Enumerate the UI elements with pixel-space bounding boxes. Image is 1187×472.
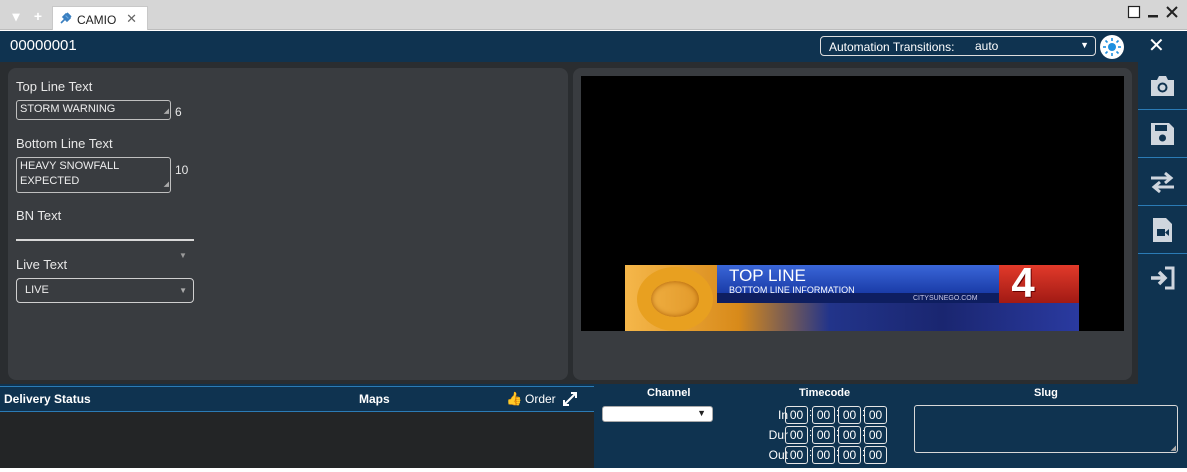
- delivery-header: Delivery Status Maps 👍 Order: [0, 386, 594, 412]
- tab-menu-chevron-icon[interactable]: ▾: [8, 8, 24, 24]
- tc-in-minutes[interactable]: 00: [812, 406, 835, 424]
- preview-url: CITYSUNEGO.COM: [913, 295, 978, 302]
- tc-out-minutes[interactable]: 00: [812, 446, 835, 464]
- bottom-line-label: Bottom Line Text: [16, 136, 113, 151]
- preview-top-line: TOP LINE: [729, 266, 806, 285]
- maximize-icon[interactable]: [1127, 5, 1141, 19]
- thumbs-up-icon[interactable]: 👍: [506, 391, 522, 407]
- channel-select[interactable]: ▼: [602, 406, 713, 422]
- tab-close-icon[interactable]: ✕: [126, 11, 137, 27]
- bn-text-select[interactable]: [16, 239, 194, 241]
- sign-in-icon: [1151, 266, 1175, 290]
- preview-bottom-line: BOTTOM LINE INFORMATION: [729, 285, 855, 295]
- maps-label: Maps: [359, 392, 390, 406]
- new-tab-plus-icon[interactable]: +: [30, 8, 46, 24]
- channel-label: Channel: [647, 387, 691, 399]
- timecode-dur-row: Dur 00 : 00 : 00 : 00: [754, 426, 894, 444]
- snapshot-button[interactable]: [1138, 62, 1187, 110]
- chevron-down-icon: ▼: [179, 251, 187, 260]
- bn-text-label: BN Text: [16, 208, 62, 223]
- tc-in-hours[interactable]: 00: [785, 406, 808, 424]
- timecode-label: Timecode: [799, 387, 851, 399]
- slug-input[interactable]: ◢: [914, 405, 1178, 453]
- tab-label: CAMIO: [77, 13, 117, 27]
- live-text-label: Live Text: [16, 257, 68, 272]
- tc-out-hours[interactable]: 00: [785, 446, 808, 464]
- chevron-down-icon: ▼: [179, 286, 187, 295]
- order-label[interactable]: Order: [525, 392, 556, 406]
- tab-camio[interactable]: CAMIO ✕: [52, 6, 148, 30]
- file-video-icon: [1153, 218, 1172, 242]
- slug-label: Slug: [1034, 387, 1058, 399]
- item-id: 00000001: [10, 37, 77, 54]
- tab-bar: ▾ + CAMIO ✕: [0, 0, 1187, 30]
- preview-panel: TOP LINE BOTTOM LINE INFORMATION CITYSUN…: [573, 68, 1132, 380]
- chevron-down-icon: ▼: [1080, 40, 1089, 50]
- automation-transitions-label: Automation Transitions:: [829, 40, 955, 54]
- expand-icon[interactable]: [562, 391, 578, 410]
- resize-grip-icon[interactable]: ◢: [1171, 444, 1176, 452]
- bottom-line-count: 10: [175, 163, 189, 177]
- export-video-button[interactable]: [1138, 206, 1187, 254]
- delivery-panel: Delivery Status Maps 👍 Order: [0, 386, 594, 468]
- tc-dur-seconds[interactable]: 00: [838, 426, 861, 444]
- timecode-out-row: Out 00 : 00 : 00 : 00: [754, 446, 894, 464]
- theme-toggle-button[interactable]: [1100, 35, 1124, 59]
- top-line-count: 6: [175, 105, 182, 119]
- lower-third-graphic: TOP LINE BOTTOM LINE INFORMATION CITYSUN…: [625, 265, 1079, 331]
- plug-icon: [59, 11, 73, 28]
- tc-dur-frames[interactable]: 00: [864, 426, 887, 444]
- tc-out-frames[interactable]: 00: [864, 446, 887, 464]
- live-text-value: LIVE: [25, 284, 49, 296]
- top-line-label: Top Line Text: [16, 79, 93, 94]
- top-line-value: STORM WARNING: [20, 103, 116, 115]
- editor-body: Top Line Text STORM WARNING ◢ 6 Bottom L…: [0, 62, 1138, 384]
- bottom-line-value-1: HEAVY SNOWFALL: [20, 160, 120, 172]
- tc-dur-minutes[interactable]: 00: [812, 426, 835, 444]
- form-panel: Top Line Text STORM WARNING ◢ 6 Bottom L…: [8, 68, 568, 380]
- resize-grip-icon[interactable]: ◢: [164, 177, 169, 192]
- timecode-in-row: In 00 : 00 : 00 : 00: [754, 406, 894, 424]
- channel-number-logo: 4: [1011, 265, 1035, 306]
- sign-in-button[interactable]: [1138, 254, 1187, 302]
- automation-transitions-select[interactable]: Automation Transitions: auto ▼: [820, 36, 1096, 56]
- window-close-icon[interactable]: [1165, 5, 1179, 19]
- swap-button[interactable]: [1138, 158, 1187, 206]
- automation-transitions-value: auto: [975, 39, 999, 53]
- tc-out-seconds[interactable]: 00: [838, 446, 861, 464]
- sun-icon: [1103, 38, 1121, 56]
- preview-screen: TOP LINE BOTTOM LINE INFORMATION CITYSUN…: [581, 76, 1124, 331]
- chevron-down-icon: ▼: [697, 408, 706, 418]
- camera-icon: [1151, 76, 1174, 96]
- editor-header: 00000001 Automation Transitions: auto ▼ …: [0, 31, 1187, 62]
- metadata-panel: Channel Timecode Slug ▼ In 00 : 00 : 00 …: [594, 386, 1187, 468]
- save-icon: [1151, 123, 1174, 145]
- delivery-status-label: Delivery Status: [4, 392, 91, 406]
- top-line-input[interactable]: STORM WARNING ◢: [16, 100, 171, 120]
- tc-dur-hours[interactable]: 00: [785, 426, 808, 444]
- bottom-line-value-2: EXPECTED: [20, 175, 80, 187]
- tc-in-frames[interactable]: 00: [864, 406, 887, 424]
- minimize-icon[interactable]: [1146, 5, 1160, 19]
- tc-in-seconds[interactable]: 00: [838, 406, 861, 424]
- main-area: Top Line Text STORM WARNING ◢ 6 Bottom L…: [0, 62, 1187, 386]
- live-text-select[interactable]: LIVE ▼: [16, 278, 194, 303]
- resize-grip-icon[interactable]: ◢: [164, 104, 169, 119]
- close-editor-button[interactable]: ✕: [1148, 35, 1165, 57]
- station-logo-ring-icon: [637, 267, 713, 331]
- swap-icon: [1151, 171, 1174, 194]
- save-button[interactable]: [1138, 110, 1187, 158]
- bottom-line-input[interactable]: HEAVY SNOWFALL EXPECTED ◢: [16, 157, 171, 193]
